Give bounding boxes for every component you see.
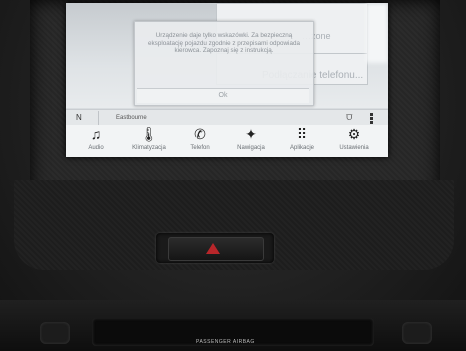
phone-icon: ✆: [194, 126, 206, 142]
compass-star-icon: ✦: [245, 126, 257, 142]
nav-label-audio: Audio: [88, 145, 104, 151]
disclaimer-dialog: Urządzenie daje tylko wskazówki. Za bezp…: [134, 21, 314, 106]
bottom-nav: ♫ Audio 🌡︎ Klimatyzacja ✆ Telefon ✦ Nawi…: [66, 125, 388, 157]
nav-settings[interactable]: ⚙ Ustawienia: [328, 125, 380, 157]
nav-label-climate: Klimatyzacja: [132, 145, 166, 151]
dialog-message: Urządzenie daje tylko wskazówki. Za bezp…: [148, 32, 300, 54]
heated-seat-icon[interactable]: ⩌: [346, 112, 358, 124]
more-icon[interactable]: [370, 112, 376, 124]
apps-grid-icon: ⠿: [296, 126, 308, 142]
right-control[interactable]: [402, 322, 432, 344]
glare: [366, 3, 388, 63]
passenger-airbag-label: PASSENGER AIRBAG: [196, 339, 255, 345]
infotainment-screen: …zone Podłączanie telefonu... Urządzenie…: [66, 3, 388, 157]
nav-label-settings: Ustawienia: [339, 145, 369, 151]
music-note-icon: ♫: [90, 126, 102, 142]
status-bar: N Eastbourne ⩌: [66, 109, 388, 126]
hazard-triangle-icon: [206, 243, 220, 254]
nav-apps[interactable]: ⠿ Aplikacje: [280, 125, 324, 157]
nav-phone[interactable]: ✆ Telefon: [178, 125, 222, 157]
nav-audio[interactable]: ♫ Audio: [74, 125, 118, 157]
nav-navigation[interactable]: ✦ Nawigacja: [226, 125, 276, 157]
nav-label-apps: Aplikacje: [289, 145, 314, 151]
left-control[interactable]: [40, 322, 70, 344]
nav-climate[interactable]: 🌡︎ Klimatyzacja: [124, 125, 174, 157]
gears-icon: ⚙: [347, 126, 361, 142]
thermometer-icon: 🌡︎: [140, 126, 158, 142]
compass-heading: N: [76, 111, 99, 125]
ok-button[interactable]: Ok: [137, 88, 309, 103]
nav-label-navigation: Nawigacja: [237, 145, 265, 151]
location-text: Eastbourne: [116, 115, 147, 121]
nav-label-phone: Telefon: [190, 145, 210, 151]
